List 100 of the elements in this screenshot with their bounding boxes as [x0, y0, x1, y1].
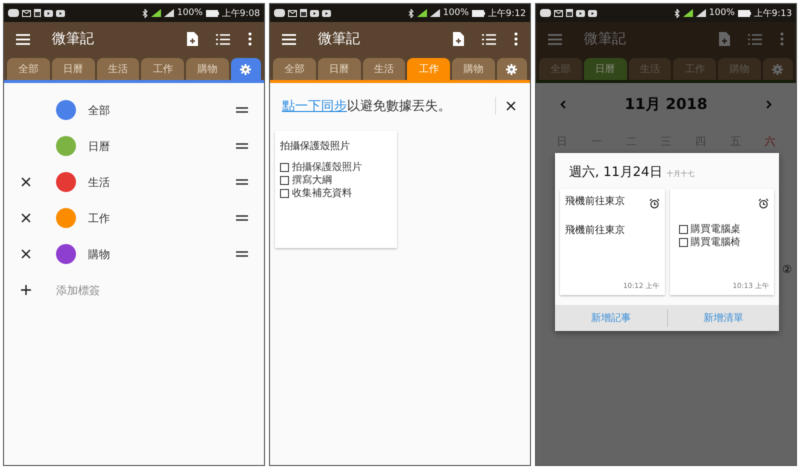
mail-icon: [22, 10, 31, 16]
checklist-item: 拍攝保護殼照片: [292, 161, 362, 174]
dialog-button[interactable]: 新增清單: [668, 305, 779, 331]
checklist-item: 撰寫大綱: [292, 174, 332, 187]
checklist-item: 購買電腦桌: [690, 223, 740, 236]
chat-icon: [540, 9, 551, 17]
checkbox[interactable]: [280, 189, 289, 198]
color-dot[interactable]: [56, 172, 76, 192]
note-title: 飛機前往東京: [565, 194, 625, 208]
chat-icon: [8, 9, 19, 17]
drag-handle-icon[interactable]: [236, 107, 248, 113]
close-icon[interactable]: [506, 101, 516, 111]
checklist-item: 購買電腦椅: [690, 236, 740, 249]
month-title: 11月 2018: [624, 95, 708, 114]
drag-handle-icon[interactable]: [236, 251, 248, 257]
close-icon[interactable]: [21, 249, 31, 259]
note-body: 飛機前往東京: [565, 224, 626, 237]
color-dot[interactable]: [56, 244, 76, 264]
checkbox[interactable]: [280, 163, 289, 172]
checkbox[interactable]: [280, 176, 289, 185]
alarm-clock-icon: [758, 198, 769, 209]
list-icon[interactable]: [482, 34, 496, 44]
plus-icon[interactable]: [21, 285, 31, 295]
clock-time: 上午9:13: [754, 8, 792, 20]
checklist-item: 收集補充資料: [292, 187, 352, 200]
play-icon: [44, 10, 53, 16]
settings-icon: [240, 64, 252, 74]
sync-link[interactable]: 點一下同步: [282, 99, 347, 114]
color-dot[interactable]: [56, 208, 76, 228]
dialog-date: 週六, 11月24日: [569, 164, 662, 181]
tab[interactable]: 日曆: [52, 58, 95, 80]
close-icon[interactable]: [21, 177, 31, 187]
tab[interactable]: 工作: [141, 58, 184, 80]
mail-icon: [288, 10, 297, 16]
chat-icon: [274, 9, 285, 17]
mail-icon: [554, 10, 563, 16]
count-label: ②: [782, 263, 792, 276]
new-note-icon[interactable]: [187, 32, 198, 46]
tab[interactable]: 購物: [186, 58, 229, 80]
calendar-icon: [300, 9, 307, 17]
tab[interactable]: 全部: [7, 58, 50, 80]
play-icon: [588, 10, 597, 16]
color-dot[interactable]: [56, 136, 76, 156]
signal-icon: [430, 9, 440, 17]
more-icon[interactable]: [248, 32, 252, 46]
battery-percent: 100%: [443, 8, 469, 18]
settings-icon: [506, 64, 518, 74]
battery-percent: 100%: [709, 8, 735, 18]
tab[interactable]: 日曆: [318, 58, 361, 80]
signal-icon: [696, 9, 706, 17]
sync-message: 點一下同步以避免數據丟失。: [282, 98, 452, 115]
more-icon[interactable]: [514, 32, 518, 46]
chevron-right-icon[interactable]: [766, 100, 772, 109]
play-icon: [322, 10, 331, 16]
checkbox[interactable]: [678, 238, 688, 247]
settings-tab[interactable]: [230, 58, 261, 80]
tab[interactable]: 日曆: [584, 58, 627, 80]
menu-icon[interactable]: [16, 34, 30, 44]
tab[interactable]: 生活: [362, 58, 406, 80]
label-name: 日曆: [88, 138, 110, 154]
checkbox[interactable]: [678, 225, 688, 234]
play-icon: [576, 10, 585, 16]
battery-icon: [472, 10, 485, 16]
drag-handle-icon[interactable]: [236, 143, 248, 149]
play-icon: [56, 10, 65, 16]
clock-time: 上午9:12: [488, 8, 526, 20]
tab[interactable]: 全部: [273, 58, 316, 80]
drag-handle-icon[interactable]: [236, 179, 248, 185]
close-icon[interactable]: [21, 213, 31, 223]
clock-time: 上午9:08: [222, 8, 260, 20]
tab[interactable]: 購物: [452, 58, 495, 80]
app-title: 微筆記: [318, 30, 360, 48]
note-title: 拍攝保護殼照片: [280, 140, 351, 153]
label-name: 購物: [88, 246, 110, 262]
label-name: 全部: [88, 102, 110, 118]
tab[interactable]: 工作: [407, 58, 450, 80]
calendar-icon: [34, 9, 41, 17]
settings-icon: [772, 64, 784, 74]
add-label-button[interactable]: 添加標簽: [56, 282, 100, 298]
bluetooth-icon: [674, 8, 680, 18]
list-icon[interactable]: [216, 34, 230, 44]
tab[interactable]: 生活: [96, 58, 140, 80]
play-icon: [310, 10, 319, 16]
battery-icon: [738, 10, 751, 16]
signal-icon: [151, 9, 162, 17]
note-card[interactable]: 拍攝保護殼照片 拍攝保護殼照片 撰寫大綱 收集補充資料: [275, 131, 397, 248]
app-title: 微筆記: [52, 30, 94, 48]
color-dot[interactable]: [56, 100, 76, 120]
settings-tab[interactable]: [496, 58, 527, 80]
signal-icon: [164, 9, 174, 17]
dialog-button[interactable]: 新增記事: [555, 305, 666, 331]
calendar-icon: [566, 9, 573, 17]
new-note-icon[interactable]: [453, 32, 464, 46]
battery-percent: 100%: [177, 8, 203, 18]
bluetooth-icon: [408, 8, 414, 18]
signal-icon: [417, 9, 428, 17]
chevron-left-icon[interactable]: [560, 100, 566, 109]
menu-icon[interactable]: [282, 34, 296, 44]
drag-handle-icon[interactable]: [236, 215, 248, 221]
battery-icon: [206, 10, 219, 16]
